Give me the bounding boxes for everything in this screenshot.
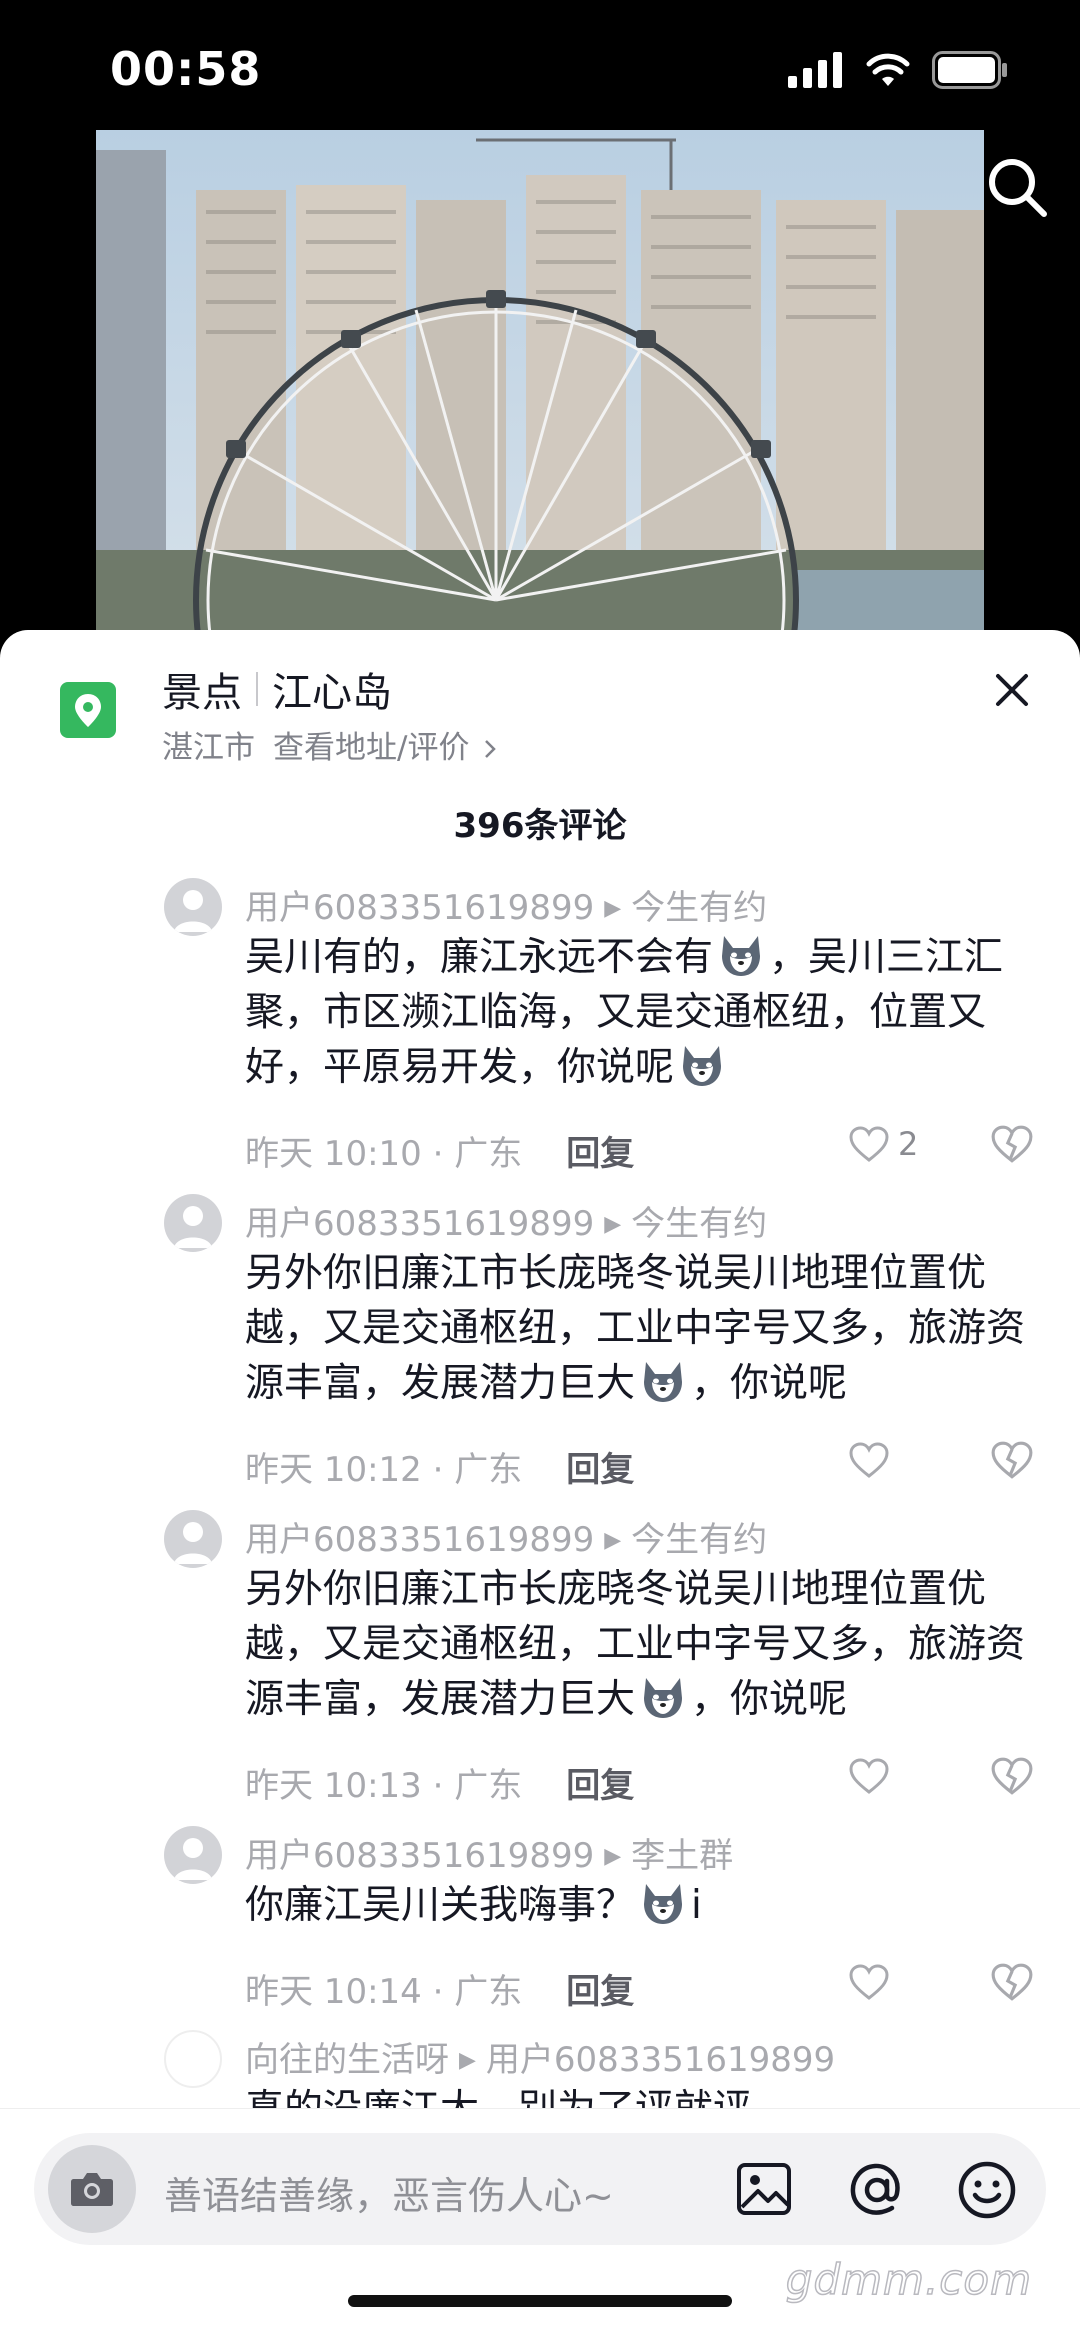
comment-author[interactable]: 用户6083351619899 xyxy=(245,1520,594,1560)
scenery-image xyxy=(96,130,984,640)
comment-time: 昨天 10:10 · 广东 xyxy=(245,1134,523,1174)
camera-icon[interactable] xyxy=(48,2145,136,2233)
comment-author[interactable]: 用户6083351619899 xyxy=(245,1836,594,1876)
comment-footer: 昨天 10:10 · 广东 回复 xyxy=(245,1126,634,1175)
broken-heart-icon[interactable] xyxy=(990,1438,1034,1482)
comment-text: 另外你旧廉江市长庞晓冬说吴川地理位置优越，又是交通枢纽，工业中字号又多，旅游资源… xyxy=(245,1246,1035,1411)
comment-text-part: 吴川有的，廉江永远不会有 xyxy=(245,935,714,980)
comment-meta: 用户6083351619899 ▶ 今生有约 xyxy=(245,1196,767,1245)
search-icon[interactable] xyxy=(982,152,1052,222)
reply-arrow-icon: ▶ xyxy=(459,2048,476,2073)
status-icons xyxy=(788,50,1010,90)
like-button[interactable] xyxy=(848,1754,928,1798)
comment-footer: 昨天 10:12 · 广东 回复 xyxy=(245,1442,634,1491)
comment-time: 昨天 10:13 · 广东 xyxy=(245,1766,523,1806)
comment-input-bar: 善语结善缘，恶言伤人心~ gdmm.com xyxy=(0,2108,1080,2338)
heart-icon xyxy=(849,1964,889,2000)
video-preview[interactable] xyxy=(96,130,984,640)
husky-emoji-icon xyxy=(644,1362,683,1402)
reply-arrow-icon: ▶ xyxy=(604,1844,622,1869)
comment-meta: 用户6083351619899 ▶ 今生有约 xyxy=(245,880,767,929)
like-button[interactable] xyxy=(848,1960,928,2004)
status-time: 00:58 xyxy=(110,42,262,96)
comment-input[interactable]: 善语结善缘，恶言伤人心~ xyxy=(34,2133,1046,2245)
heart-icon xyxy=(849,1758,889,1794)
comment-text-part: 另外你旧廉江市长庞晓冬说吴川地理位置优越，又是交通枢纽，工业中字号又多，旅游资源… xyxy=(245,1251,1026,1406)
comment-text-part: i xyxy=(691,1883,702,1928)
poi-title[interactable]: 景点 江心岛 xyxy=(162,660,392,718)
reply-button[interactable]: 回复 xyxy=(566,1766,634,1806)
emoji-icon[interactable] xyxy=(954,2157,1020,2223)
husky-emoji-icon xyxy=(644,1884,683,1924)
avatar[interactable] xyxy=(164,1826,222,1884)
poi-name: 江心岛 xyxy=(272,670,392,716)
comment-author[interactable]: 用户6083351619899 xyxy=(245,1204,594,1244)
avatar[interactable] xyxy=(164,1510,222,1568)
comment-author[interactable]: 向往的生活呀 xyxy=(245,2040,449,2080)
comment-reply-to[interactable]: 今生有约 xyxy=(631,1520,767,1560)
poi-category: 景点 xyxy=(162,670,242,716)
broken-heart-icon[interactable] xyxy=(990,1960,1034,2004)
comment-text-part: ，你说呢 xyxy=(691,1677,848,1722)
comment-reply-to[interactable]: 今生有约 xyxy=(631,1204,767,1244)
comment-reply-to[interactable]: 用户6083351619899 xyxy=(486,2040,835,2080)
comment-author[interactable]: 用户6083351619899 xyxy=(245,888,594,928)
heart-icon xyxy=(849,1126,889,1162)
poi-address-link[interactable]: 查看地址/评价 xyxy=(273,730,469,766)
like-count: 2 xyxy=(898,1125,919,1163)
comment-count: 396条评论 xyxy=(453,806,627,846)
comment-text: 吴川有的，廉江永远不会有 ，吴川三江汇聚，市区濒江临海，又是交通枢纽，位置又好，平… xyxy=(245,930,1035,1095)
reply-arrow-icon: ▶ xyxy=(604,1528,622,1553)
comment-sheet: 景点 江心岛 湛江市 查看地址/评价 396条评论 用户6083351619899… xyxy=(0,630,1080,2337)
image-icon[interactable] xyxy=(734,2159,794,2219)
watermark: gdmm.com xyxy=(785,2254,1032,2305)
reply-button[interactable]: 回复 xyxy=(566,1450,634,1490)
cellular-signal-icon xyxy=(788,52,842,88)
avatar[interactable] xyxy=(164,2030,222,2088)
comment-meta: 向往的生活呀 ▶ 用户6083351619899 xyxy=(245,2032,835,2081)
comment-meta: 用户6083351619899 ▶ 李土群 xyxy=(245,1828,733,1877)
husky-emoji-icon xyxy=(683,1046,722,1086)
reply-button[interactable]: 回复 xyxy=(566,1134,634,1174)
wifi-icon xyxy=(866,53,910,86)
heart-icon xyxy=(849,1442,889,1478)
poi-city: 湛江市 xyxy=(162,730,255,766)
husky-emoji-icon xyxy=(722,936,761,976)
reply-arrow-icon: ▶ xyxy=(604,896,622,921)
chevron-right-icon xyxy=(485,740,497,758)
comment-meta: 用户6083351619899 ▶ 今生有约 xyxy=(245,1512,767,1561)
avatar[interactable] xyxy=(164,878,222,936)
status-bar: 00:58 xyxy=(0,0,1080,130)
poi-subtitle[interactable]: 湛江市 查看地址/评价 xyxy=(162,722,497,767)
broken-heart-icon[interactable] xyxy=(990,1754,1034,1798)
at-icon[interactable] xyxy=(844,2157,910,2223)
husky-emoji-icon xyxy=(644,1678,683,1718)
comment-text-part: 你廉江吴川关我嗨事？ xyxy=(245,1883,636,1928)
close-icon[interactable] xyxy=(990,668,1034,712)
divider xyxy=(256,672,258,706)
broken-heart-icon[interactable] xyxy=(990,1122,1034,1166)
reply-button[interactable]: 回复 xyxy=(566,1972,634,2012)
like-button[interactable]: 2 xyxy=(848,1122,928,1166)
comment-footer: 昨天 10:13 · 广东 回复 xyxy=(245,1758,634,1807)
battery-icon xyxy=(932,51,1007,89)
home-indicator xyxy=(348,2295,732,2307)
avatar[interactable] xyxy=(164,1194,222,1252)
comment-footer: 昨天 10:14 · 广东 回复 xyxy=(245,1964,634,2013)
comment-reply-to[interactable]: 今生有约 xyxy=(631,888,767,928)
comment-text: 另外你旧廉江市长庞晓冬说吴川地理位置优越，又是交通枢纽，工业中字号又多，旅游资源… xyxy=(245,1562,1035,1727)
location-pin-icon[interactable] xyxy=(60,682,116,738)
input-placeholder[interactable]: 善语结善缘，恶言伤人心~ xyxy=(164,2165,614,2220)
comment-text: 你廉江吴川关我嗨事？ i xyxy=(245,1878,1035,1933)
comment-reply-to[interactable]: 李土群 xyxy=(631,1836,733,1876)
like-button[interactable] xyxy=(848,1438,928,1482)
comment-text-part: ，你说呢 xyxy=(691,1361,848,1406)
reply-arrow-icon: ▶ xyxy=(604,1212,622,1237)
comment-time: 昨天 10:12 · 广东 xyxy=(245,1450,523,1490)
comment-text-part: 另外你旧廉江市长庞晓冬说吴川地理位置优越，又是交通枢纽，工业中字号又多，旅游资源… xyxy=(245,1567,1026,1722)
comment-time: 昨天 10:14 · 广东 xyxy=(245,1972,523,2012)
